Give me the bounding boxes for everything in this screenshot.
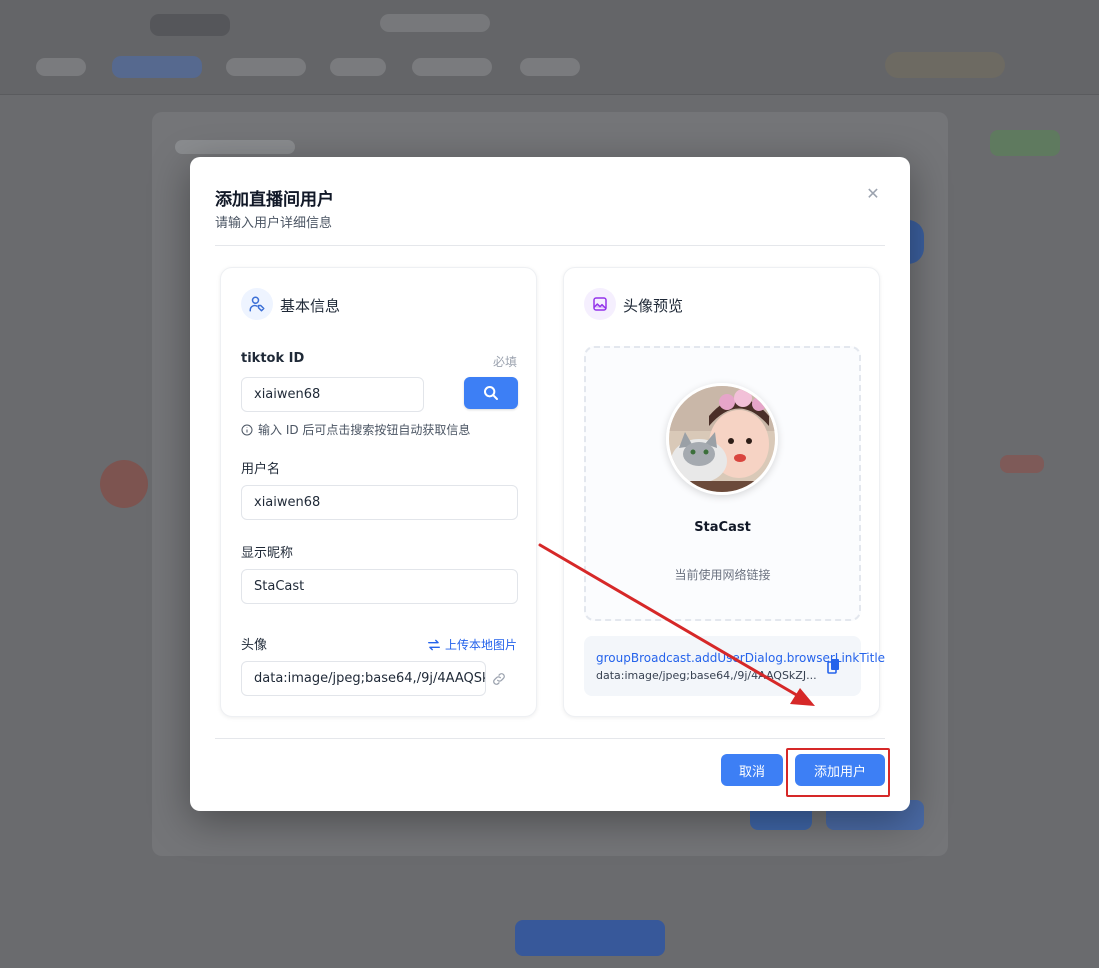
add-user-button[interactable]: 添加用户 [795, 754, 885, 786]
background-blur [515, 920, 665, 956]
tiktok-id-label: tiktok ID [241, 351, 305, 366]
background-tab [150, 14, 230, 36]
background-nav [36, 58, 86, 76]
browser-link-title: groupBroadcast.addUserDialog.browserLink… [596, 651, 886, 665]
swap-icon [428, 639, 440, 650]
hint-text: 输入 ID 后可点击搜索按钮自动获取信息 [258, 423, 471, 437]
nickname-label: 显示昵称 [241, 546, 294, 561]
tiktok-id-input[interactable]: xiaiwen68 [241, 377, 424, 412]
basic-info-card: 基本信息 tiktok ID 必填 xiaiwen68 输入 ID 后可点击搜索… [220, 267, 537, 717]
preview-name: StaCast [694, 520, 751, 535]
background-nav [330, 58, 386, 76]
background-tab [380, 14, 490, 32]
background-blur [1000, 455, 1044, 473]
background-blur [990, 130, 1060, 156]
background-nav [226, 58, 306, 76]
search-button[interactable] [464, 377, 518, 409]
username-label: 用户名 [241, 462, 281, 477]
background-badge [885, 52, 1005, 78]
background-blur [100, 460, 148, 508]
browser-link-value: data:image/jpeg;base64,/9j/4AAQSkZJ... [596, 669, 817, 682]
cancel-button[interactable]: 取消 [721, 754, 783, 786]
add-user-dialog: 添加直播间用户 请输入用户详细信息 ✕ 基本信息 tiktok ID 必填 xi… [190, 157, 910, 811]
search-icon [484, 386, 498, 400]
tiktok-id-hint: 输入 ID 后可点击搜索按钮自动获取信息 [241, 421, 470, 438]
user-edit-icon [241, 288, 273, 320]
divider [215, 245, 885, 246]
preview-note: 当前使用网络链接 [674, 568, 771, 582]
username-input[interactable]: xiaiwen68 [241, 485, 518, 520]
background-nav [112, 56, 202, 78]
background-blur [175, 140, 295, 154]
nickname-input[interactable]: StaCast [241, 569, 518, 604]
avatar-image [666, 383, 778, 495]
dialog-subtitle: 请输入用户详细信息 [215, 216, 333, 231]
upload-local-image-link[interactable]: 上传本地图片 [427, 636, 517, 653]
upload-label: 上传本地图片 [445, 638, 518, 652]
avatar-preview-area: StaCast 当前使用网络链接 [584, 346, 861, 621]
copy-icon[interactable] [827, 658, 841, 674]
browser-link-box: groupBroadcast.addUserDialog.browserLink… [584, 636, 885, 696]
background-nav [412, 58, 492, 76]
avatar-preview-card: 头像预览 StaCast 当前使用网络链接 groupBroadcast.add… [563, 267, 885, 717]
info-icon [241, 424, 253, 435]
avatar-url-input[interactable]: data:image/jpeg;base64,/9j/4AAQSkZJRgABA… [241, 661, 486, 696]
required-label: 必填 [493, 355, 518, 369]
background-topbar [0, 0, 1099, 95]
close-icon[interactable]: ✕ [864, 185, 882, 203]
link-icon[interactable] [491, 671, 507, 687]
dialog-title: 添加直播间用户 [215, 190, 334, 210]
avatar-label: 头像 [241, 638, 268, 653]
basic-info-title: 基本信息 [280, 297, 341, 315]
avatar-preview-title: 头像预览 [623, 297, 684, 315]
background-nav [520, 58, 580, 76]
divider [215, 738, 885, 739]
image-icon [584, 288, 616, 320]
